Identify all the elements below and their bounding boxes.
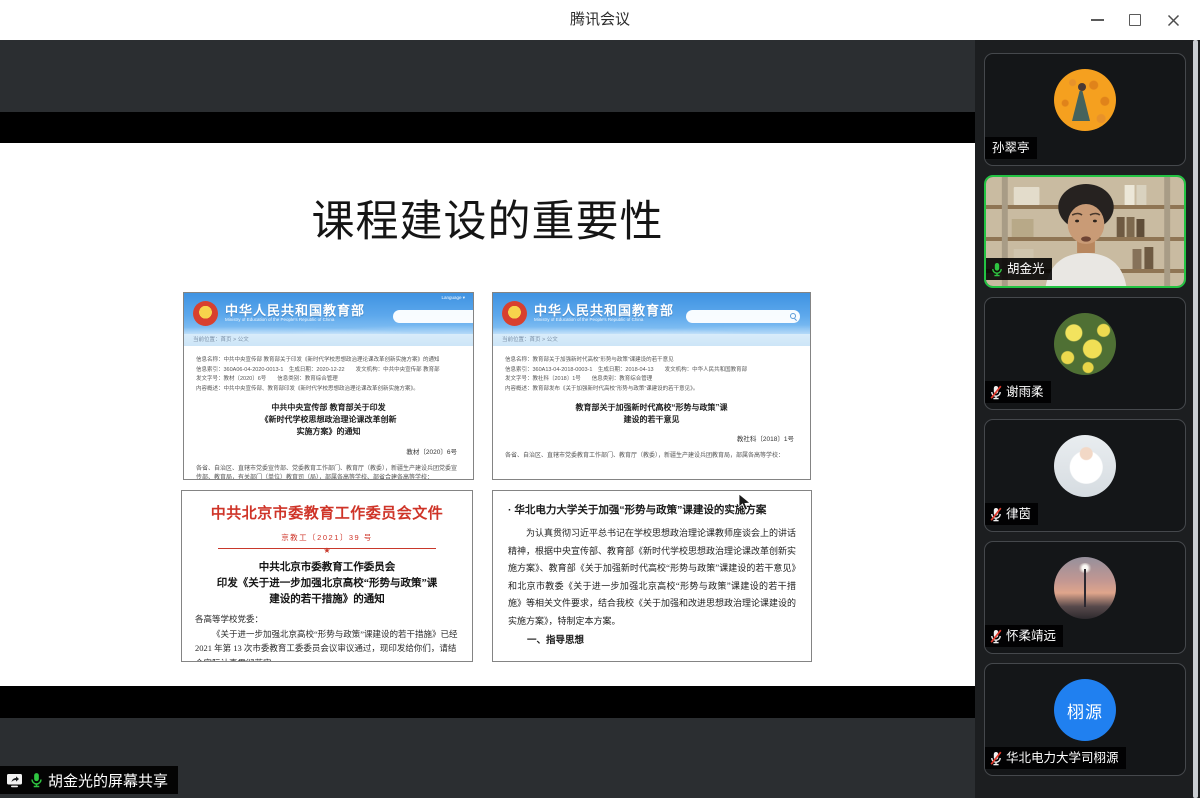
document-body: 各省、自治区、直辖市党委宣传部、党委教育工作部门、教育厅（教委），新疆生产建设兵… <box>196 465 461 480</box>
avatar: 栩源 <box>1054 679 1116 741</box>
salutation: 各高等学校党委： <box>195 612 459 626</box>
participant-name: 孙翠亭 <box>992 138 1030 158</box>
search-icon <box>790 313 796 319</box>
participant-name: 胡金光 <box>1007 259 1045 279</box>
document-number: 教材〔2020〕6号 <box>184 446 457 456</box>
participant-name: 怀柔靖远 <box>1006 626 1056 646</box>
minimize-icon <box>1091 19 1104 21</box>
avatar <box>1054 69 1116 131</box>
mic-muted-icon <box>989 751 1003 766</box>
avatar <box>1054 557 1116 619</box>
breadcrumb: 当前位置：首页 > 公文 <box>493 334 810 346</box>
moe-header: 中华人民共和国教育部 Ministry of Education of the … <box>493 293 810 334</box>
mic-on-icon <box>29 772 44 788</box>
red-document-header: 中共北京市委教育工作委员会文件 <box>182 502 472 523</box>
search-bar <box>686 310 800 323</box>
document-title: · 华北电力大学关于加强“形势与政策”课建设的实施方案 <box>508 502 796 517</box>
document-moe-2020: 中华人民共和国教育部 Ministry of Education of the … <box>183 292 474 480</box>
mic-muted-icon <box>989 629 1003 644</box>
participant-tile-si-xuyuan[interactable]: 栩源 华北电力大学司栩源 <box>984 663 1186 776</box>
participant-name: 谢雨柔 <box>1006 382 1044 402</box>
meta-row: 发文字号：教社科〔2018〕1号 信息类别：教育综合管理 <box>505 375 800 385</box>
mic-on-icon <box>990 262 1004 277</box>
language-link: Language ▾ <box>441 295 465 301</box>
participant-name: 律茵 <box>1006 504 1031 524</box>
national-emblem-icon <box>193 301 218 326</box>
window-controls <box>1078 0 1192 40</box>
participant-name-tag: 孙翠亭 <box>985 137 1037 159</box>
meta-row: 信息名称：中共中央宣传部 教育部关于印发《新时代学校思想政治理论课改革创新实施方… <box>196 356 463 366</box>
mouse-cursor <box>738 493 751 511</box>
meta-row: 信息名称：教育部关于加强新时代高校“形势与政策”课建设的若干意见 <box>505 356 800 366</box>
participant-tile-lv-yin[interactable]: 律茵 <box>984 419 1186 532</box>
participant-name: 华北电力大学司栩源 <box>1006 748 1119 768</box>
document-beijing-file: 中共北京市委教育工作委员会文件 京教工〔2021〕39 号 ★ 中共北京市委教育… <box>181 490 473 662</box>
moe-site-name-en: Ministry of Education of the People's Re… <box>534 317 643 322</box>
slide-title: 课程建设的重要性 <box>0 187 975 249</box>
participant-name-tag: 华北电力大学司栩源 <box>985 747 1126 769</box>
search-bar <box>393 310 473 323</box>
maximize-button[interactable] <box>1116 0 1154 40</box>
meta-row: 发文字号：教材〔2020〕6号 信息类别：教育综合管理 <box>196 375 463 385</box>
document-body: 各省、自治区、直辖市党委教育工作部门、教育厅（教委），新疆生产建设兵团教育局，部… <box>505 452 798 462</box>
breadcrumb: 当前位置：首页 > 公文 <box>184 334 473 346</box>
close-icon <box>1167 14 1180 27</box>
meta-row: 内容概述：中共中央宣传部、教育部印发《新时代学校思想政治理论课改革创新实施方案》… <box>196 385 463 395</box>
window-title: 腾讯会议 <box>0 0 1200 40</box>
section-heading: 一、指导思想 <box>508 632 796 646</box>
screen-share-label: 胡金光的屏幕共享 <box>48 770 168 791</box>
document-metadata: 信息名称：中共中央宣传部 教育部关于印发《新时代学校思想政治理论课改革创新实施方… <box>196 356 463 395</box>
document-metadata: 信息名称：教育部关于加强新时代高校“形势与政策”课建设的若干意见 信息索引：36… <box>505 356 800 395</box>
avatar <box>1054 313 1116 375</box>
participant-name-tag: 谢雨柔 <box>985 381 1051 403</box>
participants-sidebar: 孙翠亭 <box>975 40 1200 798</box>
national-emblem-icon <box>502 301 527 326</box>
close-button[interactable] <box>1154 0 1192 40</box>
document-number: 京教工〔2021〕39 号 <box>182 532 472 543</box>
document-ncepu-plan: · 华北电力大学关于加强“形势与政策”课建设的实施方案 为认真贯彻习近平总书记在… <box>492 490 812 662</box>
mic-muted-icon <box>989 385 1003 400</box>
meta-row: 信息索引：360A06-04-2020-0013-1 生成日期：2020-12-… <box>196 366 463 376</box>
document-title: 中共北京市委教育工作委员会 印发《关于进一步加强北京高校“形势与政策”课 建设的… <box>182 560 472 607</box>
letterbox-top <box>0 112 975 143</box>
star-icon: ★ <box>182 547 472 555</box>
participant-tile-xie-yurou[interactable]: 谢雨柔 <box>984 297 1186 410</box>
document-body: 各高等学校党委： 《关于进一步加强北京高校“形势与政策”课建设的若干措施》已经 … <box>195 612 459 662</box>
body-paragraph: 《关于进一步加强北京高校“形势与政策”课建设的若干措施》已经 2021 年第 1… <box>195 627 459 662</box>
participant-tile-huairou-jingyuan[interactable]: 怀柔靖远 <box>984 541 1186 654</box>
presentation-slide: 课程建设的重要性 中华人民共和国教育部 Ministry of Educatio… <box>0 143 975 686</box>
document-moe-2018: 中华人民共和国教育部 Ministry of Education of the … <box>492 292 811 480</box>
shared-screen-area: 课程建设的重要性 中华人民共和国教育部 Ministry of Educatio… <box>0 40 975 798</box>
participant-tile-hu-jinguang[interactable]: 胡金光 <box>984 175 1186 288</box>
participant-tiles: 孙翠亭 <box>984 53 1186 776</box>
moe-site-name-en: Ministry of Education of the People's Re… <box>225 317 334 322</box>
mic-muted-icon <box>989 507 1003 522</box>
maximize-icon <box>1129 14 1141 26</box>
letterbox-bottom <box>0 686 975 718</box>
participant-name-tag: 胡金光 <box>986 258 1052 280</box>
title-bar: 腾讯会议 <box>0 0 1200 40</box>
participant-tile-sun-cuiting[interactable]: 孙翠亭 <box>984 53 1186 166</box>
sidebar-scrollbar[interactable] <box>1193 40 1198 798</box>
document-title: 中共中央宣传部 教育部关于印发 《新时代学校思想政治理论课改革创新 实施方案》的… <box>184 402 473 439</box>
minimize-button[interactable] <box>1078 0 1116 40</box>
document-number: 教社科〔2018〕1号 <box>493 433 794 443</box>
meeting-window: 腾讯会议 课程建设的重要性 中华人民共和国教育部 Ministry of Edu… <box>0 0 1200 798</box>
document-title: 教育部关于加强新时代高校“形势与政策”课 建设的若干意见 <box>493 402 810 427</box>
meta-row: 内容概述：教育部发布《关于加强新时代高校“形势与政策”课建设的若干意见》。 <box>505 385 800 395</box>
participant-name-tag: 怀柔靖远 <box>985 625 1063 647</box>
meta-row: 信息索引：360A13-04-2018-0003-1 生成日期：2018-04-… <box>505 366 800 376</box>
screen-share-banner: 胡金光的屏幕共享 <box>0 766 178 794</box>
document-body: 为认真贯彻习近平总书记在学校思想政治理论课教师座谈会上的讲话精神，根据中央宣传部… <box>508 525 796 630</box>
participant-name-tag: 律茵 <box>985 503 1038 525</box>
screen-share-icon <box>6 772 25 789</box>
avatar-initials: 栩源 <box>1067 698 1103 723</box>
avatar <box>1054 435 1116 497</box>
moe-header: 中华人民共和国教育部 Ministry of Education of the … <box>184 293 473 334</box>
